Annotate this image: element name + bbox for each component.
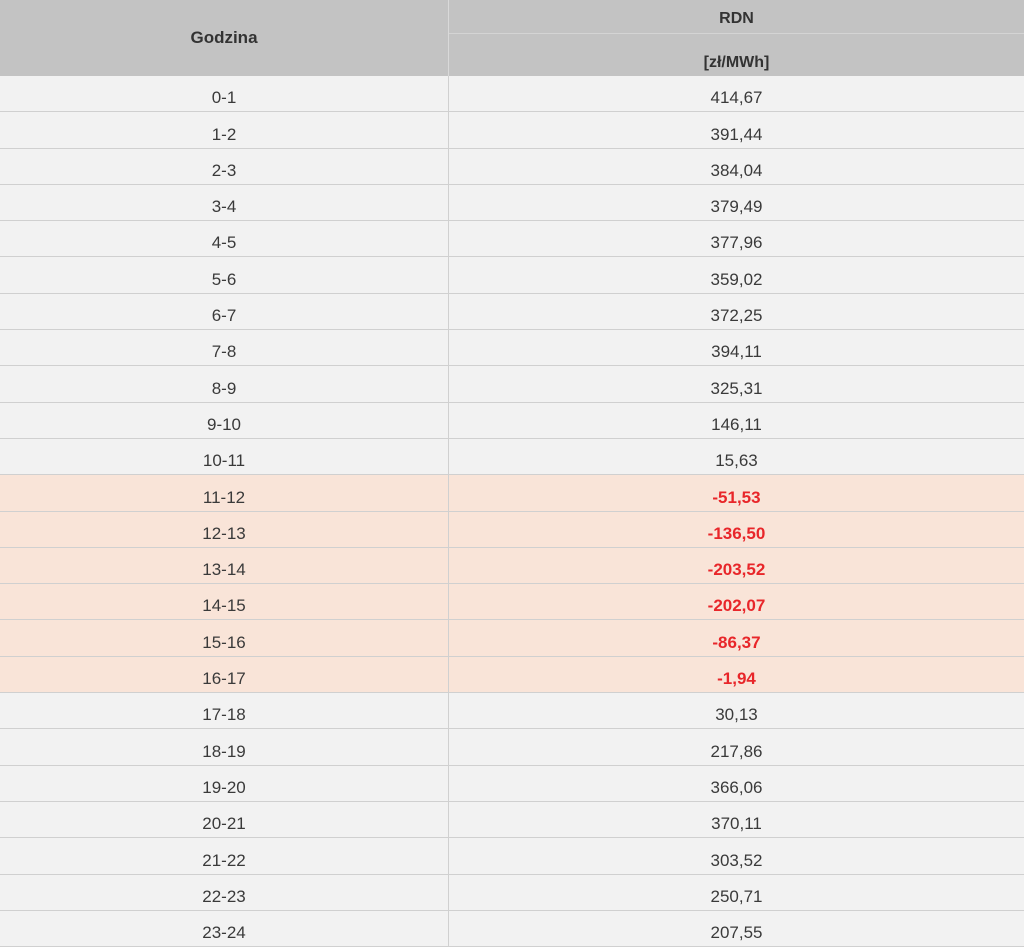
table-row: 12-13 -136,50	[0, 511, 1024, 548]
table-row: 20-21 370,11	[0, 801, 1024, 839]
hour-cell: 20-21	[202, 814, 246, 834]
table-row: 15-16 -86,37	[0, 620, 1024, 657]
hour-cell: 2-3	[211, 160, 237, 180]
hour-cell: 4-5	[211, 233, 237, 253]
table-row: 1-2 391,44	[0, 112, 1024, 149]
price-cell: 325,31	[710, 378, 763, 398]
table-row: 5-6 359,02	[0, 257, 1024, 294]
table-row: 2-3 384,04	[0, 148, 1024, 185]
hour-cell: 3-4	[211, 197, 237, 217]
hour-column-header: Godzina	[190, 28, 258, 47]
table-row: 14-15 -202,07	[0, 584, 1024, 621]
unit-label: [zł/MWh]	[703, 54, 770, 71]
price-cell: 379,49	[710, 197, 763, 217]
negative-price-cell: -51,53	[712, 487, 761, 507]
price-table: Godzina RDN [zł/MWh] 0-1 414,67 1-2 391,44 2…	[0, 0, 1024, 947]
table-row: 11-12 -51,53	[0, 475, 1024, 512]
hour-cell: 8-9	[211, 378, 237, 398]
hour-cell: 9-10	[206, 414, 242, 434]
table-row: 9-10 146,11	[0, 402, 1024, 439]
hour-cell: 0-1	[211, 88, 237, 108]
price-cell: 372,25	[710, 306, 763, 326]
negative-price-cell: -136,50	[707, 523, 766, 543]
price-cell: 207,55	[710, 923, 763, 943]
hour-cell: 15-16	[202, 632, 246, 652]
price-cell: 370,11	[711, 814, 762, 834]
hour-cell: 12-13	[202, 523, 246, 543]
table-row: 13-14 -203,52	[0, 547, 1024, 585]
hour-cell: 13-14	[202, 560, 246, 580]
hour-cell: 5-6	[211, 269, 237, 289]
hour-cell: 17-18	[202, 705, 246, 725]
negative-price-cell: -1,94	[717, 669, 756, 689]
negative-price-cell: -86,37	[712, 632, 761, 652]
table-row: 17-18 30,13	[0, 693, 1024, 730]
price-cell: 394,11	[711, 342, 762, 362]
table-row: 18-19 217,86	[0, 729, 1024, 766]
hour-cell: 10-11	[202, 451, 246, 471]
price-column-header: RDN [zł/MWh]	[449, 0, 1024, 76]
market-label: RDN	[719, 9, 754, 27]
hour-cell: 18-19	[202, 741, 246, 761]
table-row: 0-1 414,67	[0, 76, 1024, 113]
table-row: 3-4 379,49	[0, 184, 1024, 222]
price-cell: 303,52	[710, 850, 763, 870]
negative-price-cell: -202,07	[707, 596, 766, 616]
hour-cell: 23-24	[202, 923, 246, 943]
table-row: 6-7 372,25	[0, 293, 1024, 331]
hour-cell: 7-8	[211, 342, 237, 362]
price-cell: 384,04	[710, 160, 763, 180]
hour-cell: 14-15	[202, 596, 246, 616]
hour-cell: 11-12	[202, 487, 246, 507]
table-body: 0-1 414,67 1-2 391,44 2-3 384,04 3-4 379,49 4-5 3…	[0, 76, 1024, 947]
table-row: 7-8 394,11	[0, 330, 1024, 367]
price-cell: 359,02	[710, 269, 763, 289]
negative-price-cell: -203,52	[707, 560, 766, 580]
hour-cell: 1-2	[211, 124, 237, 144]
price-cell: 391,44	[710, 124, 763, 144]
table-row: 8-9 325,31	[0, 366, 1024, 403]
table-header: Godzina RDN [zł/MWh]	[0, 0, 1024, 76]
hour-cell: 21-22	[202, 850, 246, 870]
hour-cell: 6-7	[211, 306, 237, 326]
table-row: 21-22 303,52	[0, 838, 1024, 875]
hour-cell: 22-23	[202, 886, 246, 906]
table-row: 19-20 366,06	[0, 765, 1024, 802]
price-cell: 414,67	[710, 88, 763, 108]
price-cell: 15,63	[715, 451, 758, 471]
price-cell: 30,13	[715, 705, 758, 725]
price-cell: 146,11	[711, 414, 762, 434]
hour-cell: 16-17	[202, 669, 246, 689]
price-cell: 366,06	[710, 777, 763, 797]
hour-cell: 19-20	[202, 777, 246, 797]
table-row: 10-11 15,63	[0, 438, 1024, 476]
price-cell: 377,96	[710, 233, 763, 253]
table-row: 22-23 250,71	[0, 874, 1024, 911]
price-cell: 217,86	[710, 741, 763, 761]
table-row: 23-24 207,55	[0, 910, 1024, 947]
price-cell: 250,71	[710, 886, 763, 906]
table-row: 16-17 -1,94	[0, 656, 1024, 694]
table-row: 4-5 377,96	[0, 221, 1024, 258]
